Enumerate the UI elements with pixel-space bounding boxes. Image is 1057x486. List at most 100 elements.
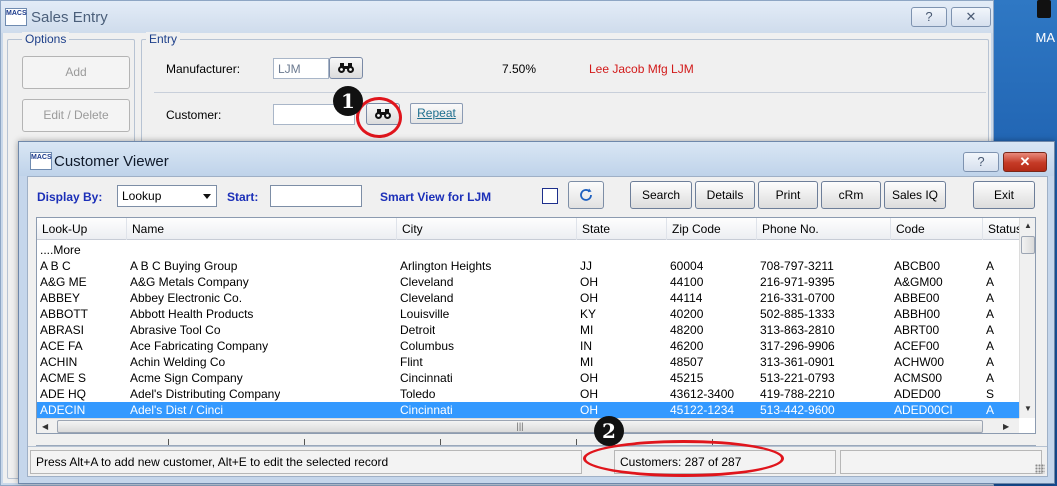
more-row[interactable]: ....More <box>37 242 1019 258</box>
binoculars-icon <box>338 63 354 73</box>
manufacturer-lookup-button[interactable] <box>329 57 363 79</box>
cell-city: Flint <box>400 355 423 369</box>
display-by-label: Display By: <box>37 190 103 204</box>
commission-rate: 7.50% <box>502 62 537 76</box>
column-header-code[interactable]: Code <box>891 218 983 240</box>
divider <box>154 92 986 93</box>
cell-lookup: ADECIN <box>40 403 86 417</box>
cell-status: A <box>986 275 995 289</box>
cell-lookup: ACME S <box>40 371 87 385</box>
column-header-name[interactable]: Name <box>127 218 397 240</box>
table-row[interactable]: A&G ME A&G Metals Company Cleveland OH 44100… <box>37 274 1019 290</box>
cell-lookup: ABRASI <box>40 323 85 337</box>
desktop-shortcut-icon[interactable] <box>1037 0 1051 18</box>
table-row[interactable]: ACHIN Achin Welding Co Flint MI 48507 313-361… <box>37 354 1019 370</box>
column-header-zip[interactable]: Zip Code <box>667 218 757 240</box>
sales-entry-titlebar[interactable]: MACS Sales Entry ? ✕ <box>1 1 993 33</box>
manufacturer-field[interactable]: LJM <box>273 58 329 79</box>
column-header-state[interactable]: State <box>577 218 667 240</box>
close-button[interactable]: ✕ <box>1003 152 1047 172</box>
print-button[interactable]: Print <box>758 181 818 209</box>
cell-status: A <box>986 371 995 385</box>
cell-code: ABBH00 <box>894 307 941 321</box>
details-button[interactable]: Details <box>695 181 755 209</box>
cell-phone: 313-863-2810 <box>760 323 835 337</box>
cell-name: Abrasive Tool Co <box>130 323 221 337</box>
manufacturer-label: Manufacturer: <box>166 62 241 76</box>
cell-city: Arlington Heights <box>400 259 492 273</box>
exit-button[interactable]: Exit <box>973 181 1035 209</box>
tab-divider <box>440 439 441 445</box>
cell-status: A <box>986 307 995 321</box>
cell-status: A <box>986 403 995 417</box>
tab-divider <box>304 439 305 445</box>
start-input[interactable] <box>270 185 362 207</box>
annotation-ellipse-count <box>583 440 784 477</box>
table-row[interactable]: ACE FA Ace Fabricating Company Columbus IN 4… <box>37 338 1019 354</box>
macs-logo-icon: MACS <box>30 152 52 170</box>
customer-grid: Look-Up Name City State Zip Code Phone N… <box>36 217 1036 434</box>
options-group-title: Options <box>22 32 70 46</box>
table-row[interactable]: ACME S Acme Sign Company Cincinnati OH 45215… <box>37 370 1019 386</box>
cell-zip: 48507 <box>670 355 704 369</box>
column-header-lookup[interactable]: Look-Up <box>37 218 127 240</box>
column-header-status[interactable]: Status <box>983 218 1019 240</box>
table-row[interactable]: ABBEY Abbey Electronic Co. Cleveland OH 4411… <box>37 290 1019 306</box>
help-button[interactable]: ? <box>963 152 999 172</box>
vertical-scrollbar[interactable]: ▲ ▼ <box>1019 218 1035 418</box>
cell-lookup: A&G ME <box>40 275 87 289</box>
scroll-left-icon[interactable]: ◀ <box>42 422 48 431</box>
cell-phone: 708-797-3211 <box>760 259 834 273</box>
cell-lookup: ABBEY <box>40 291 81 305</box>
table-row[interactable]: ABBOTT Abbott Health Products Louisville KY… <box>37 306 1019 322</box>
cell-state: JJ <box>580 259 592 273</box>
cell-phone: 419-788-2210 <box>760 387 835 401</box>
customer-viewer-titlebar[interactable]: MACS Customer Viewer ? ✕ <box>19 142 1054 176</box>
table-row[interactable]: ABRASI Abrasive Tool Co Detroit MI 48200 313-… <box>37 322 1019 338</box>
cell-zip: 45122-1234 <box>670 403 735 417</box>
cell-name: Adel's Dist / Cinci <box>130 403 223 417</box>
help-button[interactable]: ? <box>911 7 947 27</box>
search-button[interactable]: Search <box>630 181 692 209</box>
cell-zip: 46200 <box>670 339 704 353</box>
cell-city: Cleveland <box>400 275 454 289</box>
cell-state: IN <box>580 339 592 353</box>
column-header-phone[interactable]: Phone No. <box>757 218 891 240</box>
horizontal-scroll-thumb[interactable]: ||| <box>57 420 983 433</box>
table-row[interactable]: ADECIN Adel's Dist / Cinci Cincinnati OH 451… <box>37 402 1019 418</box>
cell-status: A <box>986 355 995 369</box>
table-row[interactable]: ADE HQ Adel's Distributing Company Toledo O… <box>37 386 1019 402</box>
add-button[interactable]: Add <box>22 56 130 89</box>
start-label: Start: <box>227 190 259 204</box>
edit-delete-button[interactable]: Edit / Delete <box>22 99 130 132</box>
cell-phone: 313-361-0901 <box>760 355 835 369</box>
horizontal-scrollbar[interactable]: ◀ ||| ▶ <box>37 418 1019 433</box>
close-button[interactable]: ✕ <box>951 7 991 27</box>
column-header-city[interactable]: City <box>397 218 577 240</box>
table-row[interactable]: A B C A B C Buying Group Arlington Heights… <box>37 258 1019 274</box>
cell-name: Ace Fabricating Company <box>130 339 269 353</box>
cell-zip: 43612-3400 <box>670 387 735 401</box>
cell-status: A <box>986 323 995 337</box>
cell-phone: 317-296-9906 <box>760 339 835 353</box>
scroll-up-icon[interactable]: ▲ <box>1024 221 1032 230</box>
customer-label: Customer: <box>166 108 222 122</box>
scroll-down-icon[interactable]: ▼ <box>1024 404 1032 413</box>
repeat-button[interactable]: Repeat <box>410 103 463 124</box>
smart-view-checkbox[interactable] <box>542 188 558 204</box>
tab-divider <box>168 439 169 445</box>
scroll-right-icon[interactable]: ▶ <box>1003 422 1009 431</box>
sales-iq-button[interactable]: Sales IQ <box>884 181 946 209</box>
manufacturer-name: Lee Jacob Mfg LJM <box>589 62 694 76</box>
more-link[interactable]: ....More <box>37 242 81 258</box>
resize-grip-icon[interactable] <box>1035 464 1045 474</box>
cell-code: ADED00 <box>894 387 941 401</box>
refresh-button[interactable] <box>568 181 604 209</box>
display-by-select[interactable]: Lookup <box>117 185 217 207</box>
cell-state: OH <box>580 371 598 385</box>
crm-button[interactable]: cRm <box>821 181 881 209</box>
cell-lookup: ADE HQ <box>40 387 87 401</box>
window-title: Customer Viewer <box>54 153 169 170</box>
cell-zip: 60004 <box>670 259 704 273</box>
vertical-scroll-thumb[interactable] <box>1021 236 1035 254</box>
